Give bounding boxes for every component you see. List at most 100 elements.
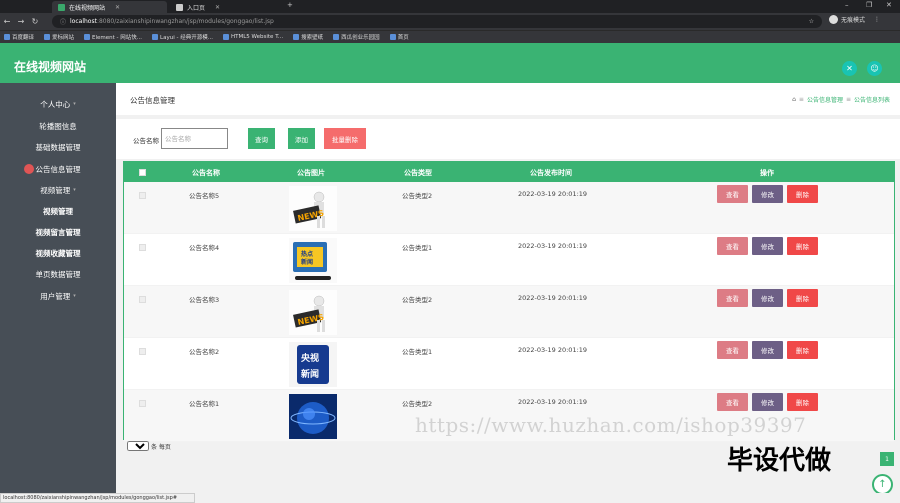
cell-type: 公告类型2 [402, 296, 433, 304]
site-favicon-icon [58, 3, 65, 11]
row-checkbox[interactable] [139, 400, 146, 407]
bookmark[interactable]: 首页 [389, 33, 409, 41]
delete-button[interactable]: 删除 [787, 185, 818, 203]
row-checkbox[interactable] [139, 348, 146, 355]
view-button[interactable]: 查看 [717, 185, 748, 203]
cell-time: 2022-03-19 20:01:19 [518, 242, 588, 250]
settings-icon[interactable]: ✕ [842, 61, 857, 76]
edit-button[interactable]: 修改 [752, 289, 783, 307]
sidebar-item-users[interactable]: 用户管理 ▾ [0, 286, 116, 306]
cell-type: 公告类型1 [402, 244, 433, 252]
edit-button[interactable]: 修改 [752, 393, 783, 411]
view-button[interactable]: 查看 [717, 289, 748, 307]
menu-dots-icon[interactable]: ⋮ [874, 16, 880, 23]
close-window-icon[interactable]: ✕ [886, 1, 892, 9]
delete-button[interactable]: 删除 [787, 289, 818, 307]
search-label: 公告名称 [133, 137, 159, 145]
cell-name: 公告名称1 [189, 400, 220, 408]
svg-text:央视: 央视 [301, 352, 319, 364]
cell-time: 2022-03-19 20:01:19 [518, 190, 588, 198]
star-icon[interactable]: ☆ [809, 18, 814, 25]
news-figure-image: NEWS [289, 290, 337, 335]
view-button[interactable]: 查看 [717, 393, 748, 411]
sidebar-item-basic-data[interactable]: 基础数据管理 [0, 137, 116, 157]
bookmark[interactable]: HTML5 Website T... [222, 34, 283, 40]
sidebar-subitem-video[interactable]: 视频管理 [0, 201, 116, 221]
bookmark[interactable]: Element - 网站快... [84, 33, 142, 41]
delete-button[interactable]: 删除 [787, 393, 818, 411]
back-to-top-icon[interactable]: ↑ [872, 474, 893, 495]
view-button[interactable]: 查看 [717, 341, 748, 359]
forward-icon[interactable]: → [14, 17, 28, 26]
pagination: 10 条 每页 [127, 441, 171, 451]
new-tab-icon[interactable]: + [287, 1, 293, 9]
page-size-suffix: 条 每页 [151, 443, 171, 451]
bookmark[interactable]: 西瓜创业乐园园 [333, 33, 380, 41]
delete-button[interactable]: 删除 [787, 341, 818, 359]
reload-icon[interactable]: ↻ [28, 17, 42, 26]
edit-button[interactable]: 修改 [752, 185, 783, 203]
sidebar-subitem-video-favorites[interactable]: 视频收藏管理 [0, 243, 116, 263]
tab-label: 在线视频网站 [69, 4, 106, 12]
table-row: 公告名称2 央视 新闻 公告类型1 2022-03-19 20:01:19 查看… [124, 338, 894, 390]
address-bar: ← → ↻ ⓘ localhost:8080/zaixianshipinwang… [0, 13, 900, 30]
row-checkbox[interactable] [139, 192, 146, 199]
svg-text:热点: 热点 [301, 250, 313, 258]
cell-name: 公告名称4 [189, 244, 220, 252]
hot-news-image: 热点 新闻 [289, 238, 337, 283]
search-input[interactable] [161, 128, 228, 149]
sidebar-item-label: 基础数据管理 [35, 142, 81, 152]
edit-button[interactable]: 修改 [752, 237, 783, 255]
restore-icon[interactable]: ❐ [866, 1, 872, 9]
data-table: 公告名称 公告图片 公告类型 公告发布时间 操作 公告名称5 NEWS 公告类型… [123, 161, 895, 442]
page-size-select[interactable]: 10 [127, 441, 149, 451]
browser-tab-active[interactable]: 在线视频网站 ✕ [52, 1, 167, 13]
table-row: 公告名称3 NEWS 公告类型2 2022-03-19 20:01:19 查看 … [124, 286, 894, 338]
bookmark[interactable]: 搜索壁纸 [293, 33, 323, 41]
close-tab-icon[interactable]: ✕ [215, 4, 220, 11]
browser-tab[interactable]: 入口页 ✕ [170, 1, 280, 13]
batch-delete-button[interactable]: 批量删除 [324, 128, 366, 149]
info-icon: ⓘ [60, 19, 67, 26]
sidebar-item-label: 视频管理 [40, 185, 71, 195]
current-page-button[interactable]: 1 [880, 452, 894, 466]
view-button[interactable]: 查看 [717, 237, 748, 255]
sidebar-item-carousel[interactable]: 轮播图信息 [0, 116, 116, 136]
chevron-down-icon: ▾ [73, 101, 76, 107]
bookmark-icon [333, 34, 340, 40]
close-tab-icon[interactable]: ✕ [115, 4, 120, 11]
row-checkbox[interactable] [139, 244, 146, 251]
sidebar-item-single-page[interactable]: 单页数据管理 [0, 264, 116, 284]
cell-time: 2022-03-19 20:01:19 [518, 294, 588, 302]
svg-text:新闻: 新闻 [301, 368, 319, 380]
bookmark[interactable]: Layui - 经典开源模... [152, 33, 213, 41]
bookmark[interactable]: 百度翻译 [4, 33, 34, 41]
profile-button[interactable]: 无痕模式 ⋮ [828, 15, 880, 24]
bookmark-icon [84, 34, 91, 40]
home-icon[interactable]: ⌂ [792, 96, 796, 103]
column-header: 公告发布时间 [530, 169, 572, 177]
cell-time: 2022-03-19 20:01:19 [518, 398, 588, 406]
sidebar-item-announcements[interactable]: 公告信息管理 [0, 159, 116, 179]
delete-button[interactable]: 删除 [787, 237, 818, 255]
breadcrumb: ⌂ ≡ 公告信息管理 ≡ 公告信息列表 [792, 95, 890, 104]
user-icon[interactable]: ☺ [867, 61, 882, 76]
minimize-icon[interactable]: – [845, 1, 849, 9]
select-all-checkbox[interactable] [139, 169, 146, 176]
row-checkbox[interactable] [139, 296, 146, 303]
url-host: localhost [70, 18, 97, 25]
sidebar-subitem-video-comments[interactable]: 视频留言管理 [0, 222, 116, 242]
breadcrumb-item[interactable]: 公告信息管理 [807, 95, 843, 104]
bookmark[interactable]: 爱标网站 [44, 33, 74, 41]
globe-tech-image [289, 394, 337, 439]
column-header: 操作 [760, 169, 774, 177]
sidebar-item-video[interactable]: 视频管理 ▾ [0, 180, 116, 200]
cursor-icon [24, 164, 34, 174]
sidebar-item-personal-center[interactable]: 个人中心 ▾ [0, 94, 116, 114]
query-button[interactable]: 查询 [248, 128, 275, 149]
add-button[interactable]: 添加 [288, 128, 315, 149]
bookmark-icon [293, 34, 300, 40]
url-field[interactable]: ⓘ localhost:8080/zaixianshipinwangzhan/j… [52, 15, 822, 28]
back-icon[interactable]: ← [0, 17, 14, 26]
edit-button[interactable]: 修改 [752, 341, 783, 359]
